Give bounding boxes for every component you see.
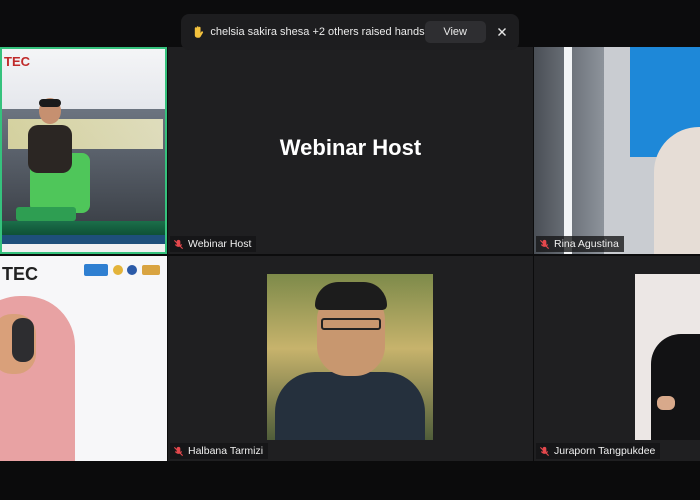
video-tile-juraporn-tangpukdee[interactable]: Juraporn Tangpukdee [534, 256, 700, 461]
meeting-bottom-bar [0, 461, 700, 500]
meeting-stage: TEC Webinar Host Webinar Host Rina Agust… [0, 0, 700, 500]
participant-label: Webinar Host [170, 236, 257, 252]
participant-label: Halbana Tarmizi [170, 443, 269, 459]
close-notification-button[interactable] [496, 25, 509, 39]
glasses [321, 318, 381, 330]
video-tile-presenter[interactable]: TEC [0, 256, 167, 461]
event-logo: TEC [2, 264, 38, 284]
profile-photo [635, 274, 700, 440]
profile-photo [267, 274, 433, 440]
participant-name: Webinar Host [188, 238, 252, 250]
notification-message: chelsia sakira shesa +2 others raised ha… [210, 26, 425, 38]
video-tile-webinar-host[interactable]: Webinar Host Webinar Host [168, 47, 533, 254]
muted-mic-icon [173, 446, 184, 456]
participant-hand [657, 396, 675, 410]
window-light [564, 47, 572, 254]
participant-hair [315, 282, 387, 310]
muted-mic-icon [539, 446, 550, 456]
raised-hand-icon [194, 26, 204, 38]
participant-name: Halbana Tarmizi [188, 445, 264, 457]
headphones [12, 318, 34, 362]
video-tile-rina-agustina[interactable]: Rina Agustina [534, 47, 700, 254]
video-tile-halbana-tarmizi[interactable]: Halbana Tarmizi [168, 256, 533, 461]
video-tile-stage-speaker[interactable]: TEC [0, 47, 167, 254]
muted-mic-icon [539, 239, 550, 249]
view-raised-hands-button[interactable]: View [424, 21, 486, 43]
info-strip-secondary [2, 244, 165, 252]
participant-label: Rina Agustina [536, 236, 624, 252]
speaker-figure [16, 98, 90, 221]
participant-body [275, 372, 425, 440]
event-logo: TEC [4, 54, 30, 69]
participant-label: Juraporn Tangpukdee [536, 443, 661, 459]
sponsor-logos [84, 264, 160, 276]
raised-hands-notification: chelsia sakira shesa +2 others raised ha… [181, 14, 519, 50]
participant-name: Juraporn Tangpukdee [554, 445, 656, 457]
muted-mic-icon [173, 239, 184, 249]
close-icon [498, 28, 507, 36]
participant-name-center: Webinar Host [279, 135, 422, 160]
participant-body [651, 334, 700, 440]
participant-name: Rina Agustina [554, 238, 619, 250]
participant-figure [654, 127, 700, 254]
